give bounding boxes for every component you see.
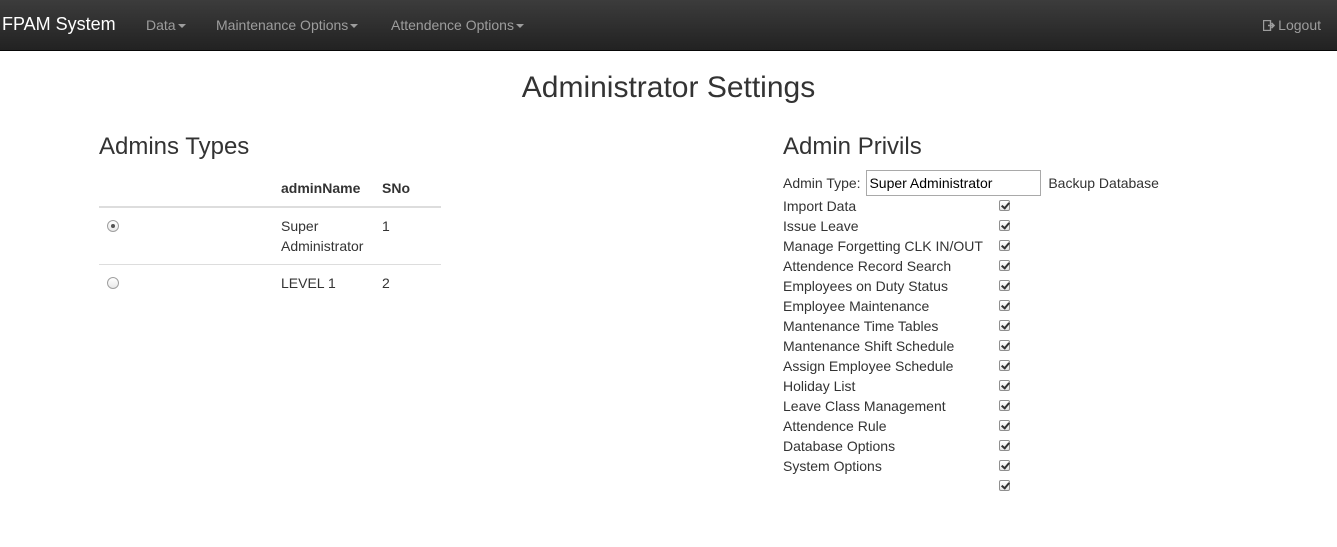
admins-types-title: Admins Types	[99, 133, 250, 160]
menu-data[interactable]: Data	[146, 16, 186, 34]
admin-privils-title: Admin Privils	[783, 133, 922, 160]
menu-attendence-label: Attendence Options	[391, 17, 514, 33]
privilege-row: Manage Forgetting CLK IN/OUT	[783, 236, 1023, 256]
admin-type-radio-1[interactable]	[107, 220, 119, 232]
privilege-row: Assign Employee Schedule	[783, 356, 1023, 376]
menu-maintenance-label: Maintenance Options	[216, 17, 349, 33]
privilege-checkbox-assign-schedule[interactable]	[999, 360, 1010, 371]
privilege-label: Mantenance Time Tables	[783, 318, 939, 334]
table-header-row: adminName SNo	[99, 170, 441, 208]
admin-type-radio-2[interactable]	[107, 277, 119, 289]
backup-database-label: Backup Database	[1048, 175, 1159, 191]
logout-label: Logout	[1278, 17, 1321, 33]
privilege-label: Database Options	[783, 438, 896, 454]
privilege-label: Leave Class Management	[783, 398, 946, 414]
privilege-checkbox-record-search[interactable]	[999, 260, 1010, 271]
admin-type-label: Admin Type:	[783, 175, 861, 191]
privileges-list: Import Data Issue Leave Manage Forgettin…	[783, 196, 1023, 496]
privilege-label: Manage Forgetting CLK IN/OUT	[783, 238, 983, 254]
column-header-sno: SNo	[382, 170, 441, 208]
privilege-checkbox-system-options[interactable]	[999, 460, 1010, 471]
privilege-row	[783, 476, 1023, 496]
privilege-label: Attendence Rule	[783, 418, 887, 434]
privilege-label: Assign Employee Schedule	[783, 358, 954, 374]
privilege-checkbox-employee-maintenance[interactable]	[999, 300, 1010, 311]
privilege-label: Import Data	[783, 198, 857, 214]
privilege-row: Employees on Duty Status	[783, 276, 1023, 296]
privilege-checkbox-leave-class[interactable]	[999, 400, 1010, 411]
privilege-checkbox-import-data[interactable]	[999, 200, 1010, 211]
privilege-checkbox-duty-status[interactable]	[999, 280, 1010, 291]
privilege-label: Holiday List	[783, 378, 856, 394]
chevron-down-icon	[350, 24, 359, 29]
privilege-checkbox-issue-leave[interactable]	[999, 220, 1010, 231]
sno-cell: 1	[382, 207, 441, 265]
admin-type-row: Admin Type: Backup Database	[783, 170, 1159, 196]
privilege-row: Attendence Rule	[783, 416, 1023, 436]
menu-attendence-options[interactable]: Attendence Options	[391, 16, 524, 34]
chevron-down-icon	[177, 24, 186, 29]
privilege-row: Mantenance Shift Schedule	[783, 336, 1023, 356]
privilege-row: Holiday List	[783, 376, 1023, 396]
admin-name-cell: Super Administrator	[281, 207, 382, 265]
table-row[interactable]: LEVEL 1 2	[99, 265, 441, 303]
privilege-row: Database Options	[783, 436, 1023, 456]
privilege-row: Mantenance Time Tables	[783, 316, 1023, 336]
privilege-label: Issue Leave	[783, 218, 859, 234]
privilege-checkbox-shift-schedule[interactable]	[999, 340, 1010, 351]
privilege-checkbox-forgetting-clk[interactable]	[999, 240, 1010, 251]
logout-icon	[1263, 20, 1276, 31]
privilege-checkbox-holiday-list[interactable]	[999, 380, 1010, 391]
row-select-cell	[99, 265, 281, 303]
column-header-select	[99, 170, 281, 208]
privilege-label: Mantenance Shift Schedule	[783, 338, 955, 354]
menu-data-label: Data	[146, 17, 176, 33]
privilege-row: Leave Class Management	[783, 396, 1023, 416]
privilege-checkbox-attendence-rule[interactable]	[999, 420, 1010, 431]
privilege-checkbox-backup-database[interactable]	[999, 480, 1010, 491]
privilege-checkbox-database-options[interactable]	[999, 440, 1010, 451]
admins-types-table: adminName SNo Super Administrator 1 LEVE…	[99, 170, 441, 302]
chevron-down-icon	[515, 24, 524, 29]
privilege-checkbox-time-tables[interactable]	[999, 320, 1010, 331]
admin-name-cell: LEVEL 1	[281, 275, 336, 291]
privilege-row: Issue Leave	[783, 216, 1023, 236]
privilege-label: Employee Maintenance	[783, 298, 930, 314]
privilege-label: Attendence Record Search	[783, 258, 952, 274]
privilege-label: Employees on Duty Status	[783, 278, 948, 294]
privilege-row: Import Data	[783, 196, 1023, 216]
privilege-row: Employee Maintenance	[783, 296, 1023, 316]
top-navbar: FPAM System Data Maintenance Options Att…	[0, 0, 1337, 51]
column-header-adminname: adminName	[281, 170, 382, 208]
menu-maintenance-options[interactable]: Maintenance Options	[216, 16, 359, 34]
brand-link[interactable]: FPAM System	[2, 14, 116, 34]
row-select-cell	[99, 207, 281, 265]
page-title: Administrator Settings	[521, 71, 816, 104]
table-row[interactable]: Super Administrator 1	[99, 207, 441, 265]
privilege-label: System Options	[783, 458, 882, 474]
privilege-row: System Options	[783, 456, 1023, 476]
logout-link[interactable]: Logout	[1263, 16, 1321, 34]
sno-cell: 2	[382, 275, 390, 291]
admin-type-input[interactable]	[866, 170, 1042, 196]
privilege-row: Attendence Record Search	[783, 256, 1023, 276]
